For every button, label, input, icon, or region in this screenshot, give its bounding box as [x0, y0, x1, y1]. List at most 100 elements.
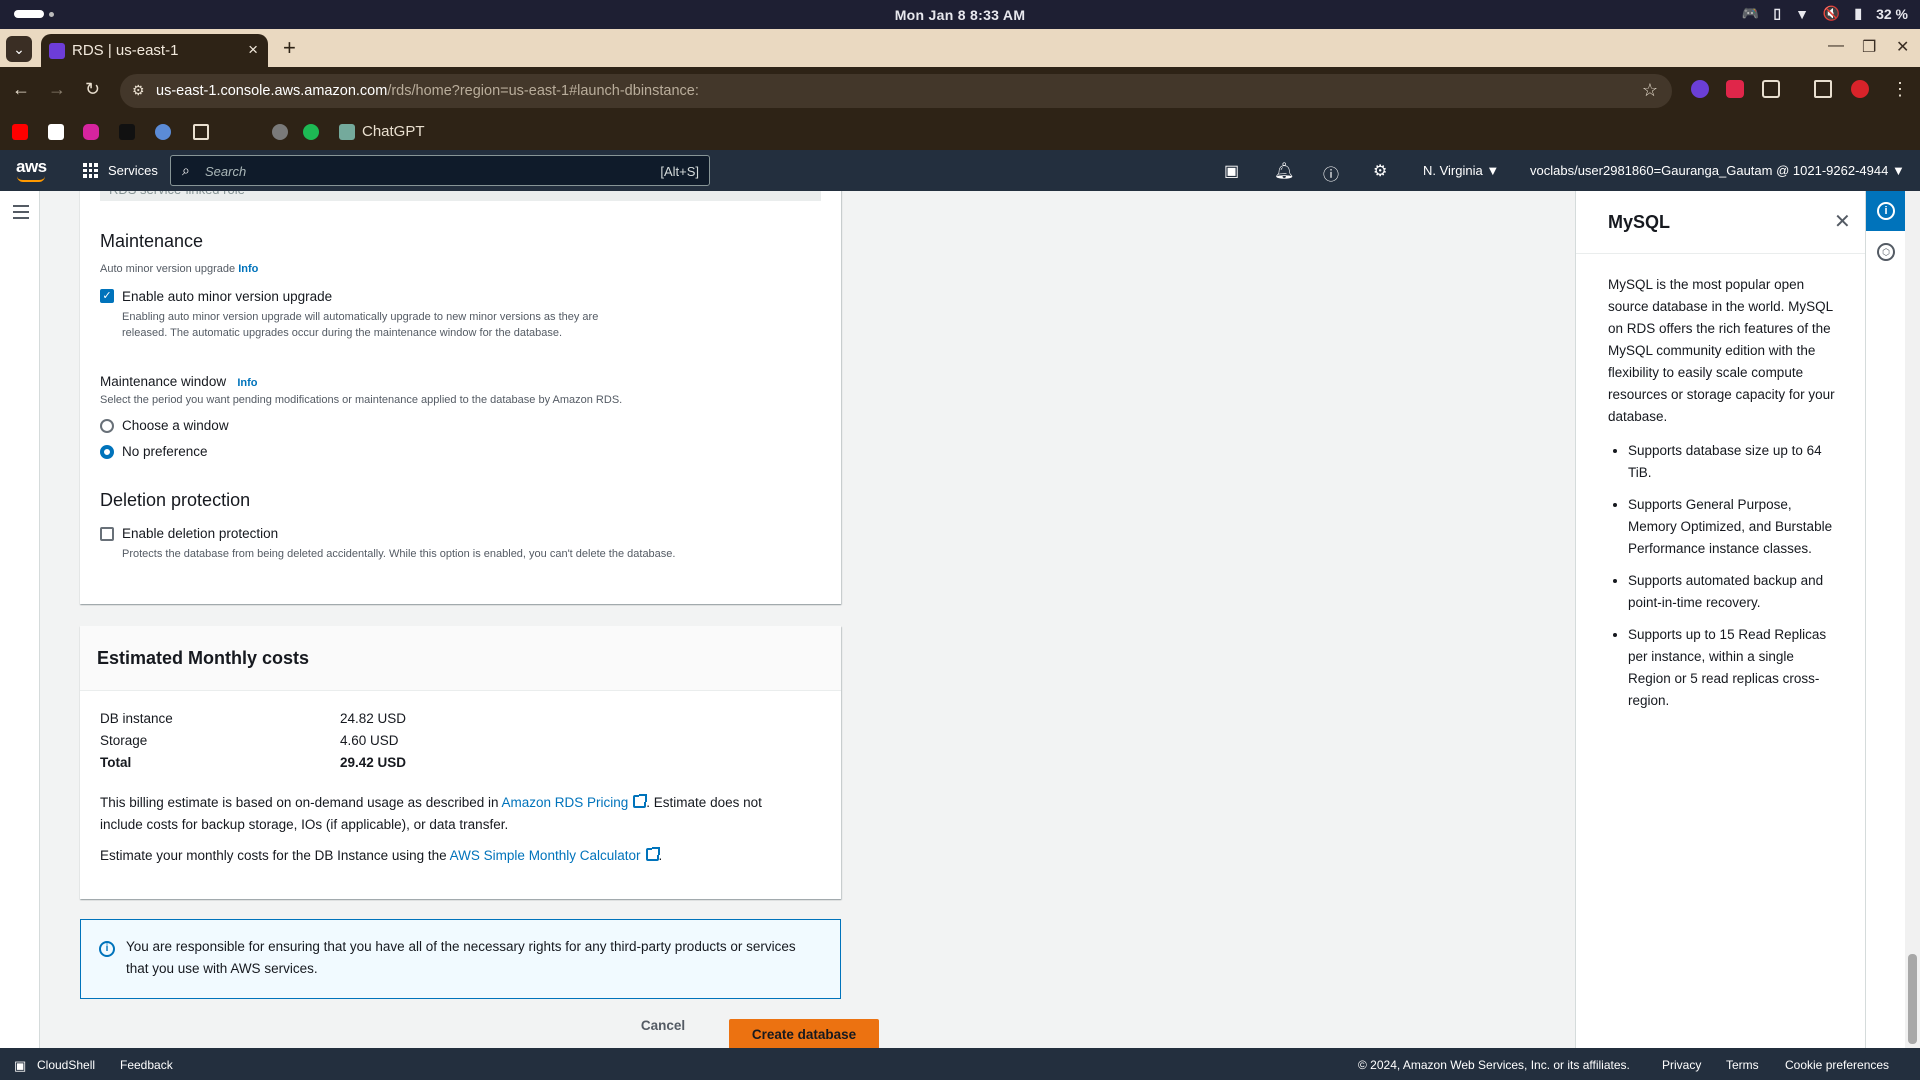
instagram-bookmark-icon[interactable]	[83, 124, 99, 140]
deletion-protection-description: Protects the database from being deleted…	[122, 548, 676, 560]
chatgpt-bookmark[interactable]: ChatGPT	[362, 123, 425, 140]
system-clock: Mon Jan 8 8:33 AM	[894, 7, 1026, 23]
rds-pricing-link[interactable]: Amazon RDS Pricing	[502, 795, 629, 810]
region-selector[interactable]: N. Virginia ▼	[1423, 163, 1499, 178]
billing-note-text-3: include costs for backup storage, IOs (i…	[100, 817, 509, 832]
youtube-bookmark-icon[interactable]	[12, 124, 28, 140]
cloudshell-link[interactable]: CloudShell	[37, 1058, 95, 1072]
cost-label-storage: Storage	[100, 733, 148, 748]
tutorials-icon[interactable]: ⬡	[1877, 243, 1895, 261]
help-feature-item: Supports automated backup and point-in-t…	[1628, 570, 1840, 614]
folder-bookmark-icon[interactable]	[193, 124, 209, 140]
spotify-bookmark-icon[interactable]	[303, 124, 319, 140]
bookmarks-bar: ChatGPT	[0, 115, 1920, 150]
billing-estimate-note: This billing estimate is based on on-dem…	[100, 792, 830, 836]
tab-close-icon[interactable]: ×	[248, 40, 258, 60]
help-feature-list: Supports database size up to 64 TiB. Sup…	[1608, 440, 1840, 712]
aws-logo[interactable]: aws	[16, 157, 47, 182]
bookmark-circle-icon[interactable]	[155, 124, 171, 140]
help-feature-item: Supports up to 15 Read Replicas per inst…	[1628, 624, 1840, 712]
third-party-rights-alert: i You are responsible for ensuring that …	[80, 919, 841, 999]
billing-note-text-2: . Estimate does not	[646, 795, 762, 810]
os-status-bar: Mon Jan 8 8:33 AM 🎮 ▯ ▼ 🔇 ▮ 32 %	[0, 0, 1920, 29]
help-panel-title: MySQL	[1608, 212, 1671, 232]
bookmark-a-icon[interactable]	[48, 124, 64, 140]
monthly-calculator-link[interactable]: AWS Simple Monthly Calculator	[450, 848, 641, 863]
additional-configuration-panel: RDS service-linked role Maintenance Auto…	[80, 191, 841, 604]
extension-1-icon[interactable]	[1691, 80, 1709, 98]
estimated-costs-heading: Estimated Monthly costs	[97, 648, 310, 668]
auto-minor-upgrade-description: Enabling auto minor version upgrade will…	[122, 311, 599, 339]
no-preference-radio[interactable]	[100, 445, 114, 459]
maintenance-window-text: Maintenance window	[100, 374, 227, 389]
info-circle-icon: i	[99, 941, 115, 957]
globe-bookmark-icon[interactable]	[272, 124, 288, 140]
aws-search-input[interactable]: ⌕ Search [Alt+S]	[170, 155, 710, 186]
bookmark-star-icon[interactable]: ☆	[1642, 80, 1658, 101]
search-shortcut: [Alt+S]	[660, 164, 699, 179]
scrollbar-thumb[interactable]	[1908, 954, 1917, 1044]
deletion-protection-label[interactable]: Enable deletion protection	[122, 526, 278, 541]
account-menu[interactable]: voclabs/user2981860=Gauranga_Gautam @ 10…	[1530, 163, 1905, 178]
services-menu[interactable]: Services	[108, 163, 158, 178]
browser-toolbar: ← → ↻ ⚙ us-east-1.console.aws.amazon.com…	[0, 67, 1920, 115]
chatgpt-bookmark-icon[interactable]	[339, 124, 355, 140]
aws-logo-text: aws	[16, 157, 47, 176]
site-settings-icon[interactable]: ⚙	[132, 82, 145, 99]
estimated-costs-panel: Estimated Monthly costs DB instance 24.8…	[80, 626, 841, 899]
wifi-icon: ▼	[1795, 5, 1809, 22]
window-close-icon[interactable]: ✕	[1896, 37, 1909, 57]
info-link[interactable]: Info	[237, 377, 257, 389]
cloudshell-icon[interactable]: ▣	[1224, 161, 1239, 181]
settings-gear-icon[interactable]: ⚙	[1373, 161, 1387, 181]
info-panel-toggle[interactable]: i	[1866, 191, 1906, 231]
help-panel-divider	[1576, 253, 1866, 254]
cookie-preferences-link[interactable]: Cookie preferences	[1785, 1058, 1889, 1072]
cancel-button[interactable]: Cancel	[621, 1011, 705, 1041]
extension-2-icon[interactable]	[1726, 80, 1744, 98]
feedback-link[interactable]: Feedback	[120, 1058, 173, 1072]
page-scrollbar[interactable]	[1905, 191, 1920, 1048]
cost-label-total: Total	[100, 755, 132, 770]
tiktok-bookmark-icon[interactable]	[119, 124, 135, 140]
browser-tab-rds[interactable]: RDS | us-east-1 ×	[41, 34, 268, 67]
restore-icon[interactable]: ❐	[1862, 37, 1876, 57]
extensions-puzzle-icon[interactable]	[1762, 80, 1780, 98]
estimated-costs-header: Estimated Monthly costs	[80, 626, 841, 691]
create-database-button[interactable]: Create database	[729, 1019, 879, 1048]
address-bar[interactable]: ⚙ us-east-1.console.aws.amazon.com/rds/h…	[120, 74, 1672, 108]
info-icon: i	[1877, 202, 1895, 220]
close-icon[interactable]: ✕	[1834, 209, 1851, 234]
info-link[interactable]: Info	[238, 263, 258, 275]
help-icon[interactable]: ⓘ	[1323, 161, 1339, 185]
browser-menu-icon[interactable]: ⋮	[1891, 79, 1909, 100]
main-content: RDS service-linked role Maintenance Auto…	[40, 191, 1575, 1048]
maintenance-window-description: Select the period you want pending modif…	[100, 394, 623, 406]
choose-window-label[interactable]: Choose a window	[122, 418, 229, 433]
tab-search-dropdown[interactable]: ⌄	[6, 36, 32, 62]
back-icon[interactable]: ←	[12, 79, 30, 100]
notifications-bell-icon[interactable]: 🔔︎	[1274, 161, 1294, 181]
minimize-icon[interactable]: —	[1828, 37, 1844, 55]
choose-window-radio[interactable]	[100, 419, 114, 433]
terms-link[interactable]: Terms	[1726, 1058, 1759, 1072]
left-navigation-rail	[0, 191, 40, 1048]
hamburger-menu-icon[interactable]	[13, 205, 29, 223]
cloudshell-footer-icon[interactable]: ▣	[14, 1058, 26, 1074]
chevron-down-icon: ▼	[1891, 163, 1905, 178]
auto-minor-upgrade-option-label[interactable]: Enable auto minor version upgrade	[122, 289, 332, 304]
forward-icon[interactable]: →	[48, 79, 66, 100]
auto-minor-upgrade-text: Auto minor version upgrade	[100, 263, 236, 275]
reload-icon[interactable]: ↻	[85, 79, 100, 100]
search-placeholder: Search	[205, 164, 247, 179]
privacy-link[interactable]: Privacy	[1662, 1058, 1701, 1072]
no-preference-label[interactable]: No preference	[122, 444, 208, 459]
system-tray: 🎮 ▯ ▼ 🔇 ▮ 32 %	[1742, 5, 1908, 22]
deletion-protection-checkbox[interactable]	[100, 527, 114, 541]
new-tab-button[interactable]: +	[283, 35, 296, 61]
calculator-note: Estimate your monthly costs for the DB I…	[100, 845, 830, 867]
side-panel-icon[interactable]	[1814, 80, 1832, 98]
services-grid-icon[interactable]	[83, 163, 98, 178]
profile-avatar-icon[interactable]	[1851, 80, 1869, 98]
auto-minor-upgrade-checkbox[interactable]: ✓	[100, 289, 114, 303]
